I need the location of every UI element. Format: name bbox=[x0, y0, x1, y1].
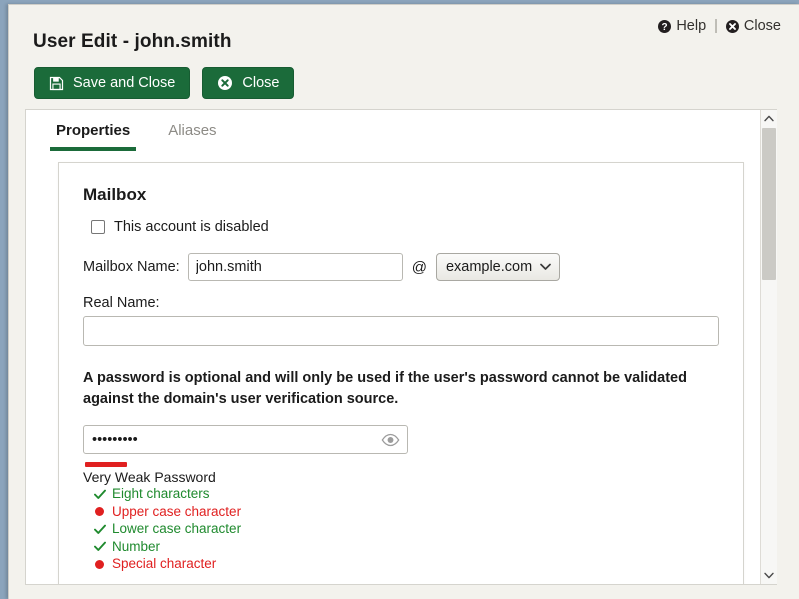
real-name-label: Real Name: bbox=[83, 295, 160, 311]
account-disabled-checkbox[interactable] bbox=[91, 220, 105, 234]
panel-scroll-body: Properties Aliases Mailbox This account … bbox=[26, 110, 760, 584]
dot-icon bbox=[93, 507, 106, 517]
password-field-wrap bbox=[83, 425, 408, 455]
password-requirements-list: Eight characters Upper case character Lo… bbox=[83, 486, 719, 573]
content-panel: Properties Aliases Mailbox This account … bbox=[25, 109, 777, 585]
save-and-close-button[interactable]: Save and Close bbox=[34, 67, 191, 99]
real-name-group: Real Name: bbox=[83, 295, 719, 346]
requirement-item: Lower case character bbox=[93, 521, 719, 538]
close-link[interactable]: Close bbox=[725, 18, 781, 34]
help-link-label: Help bbox=[676, 18, 707, 34]
requirement-item: Eight characters bbox=[93, 486, 719, 503]
vertical-scrollbar[interactable] bbox=[760, 110, 777, 584]
help-link[interactable]: ? Help bbox=[658, 18, 706, 34]
mailbox-section-title: Mailbox bbox=[83, 185, 147, 204]
requirement-label: Eight characters bbox=[112, 486, 210, 502]
tab-properties-label: Properties bbox=[56, 122, 131, 139]
tab-aliases[interactable]: Aliases bbox=[162, 122, 222, 151]
close-circle-icon bbox=[725, 19, 739, 33]
page-title: User Edit - john.smith bbox=[33, 31, 232, 52]
check-icon bbox=[93, 489, 106, 500]
password-strength-label: Very Weak Password bbox=[83, 469, 216, 486]
password-strength-bar bbox=[85, 462, 127, 468]
mailbox-name-input[interactable] bbox=[187, 253, 403, 281]
domain-select-wrap: example.com bbox=[435, 253, 560, 281]
close-button-label: Close bbox=[242, 75, 280, 91]
requirement-item: Special character bbox=[93, 556, 719, 573]
check-icon bbox=[93, 524, 106, 535]
scroll-up-button[interactable] bbox=[760, 110, 777, 127]
requirement-label: Upper case character bbox=[112, 503, 242, 519]
tab-properties[interactable]: Properties bbox=[50, 122, 137, 151]
account-disabled-label: This account is disabled bbox=[114, 219, 269, 235]
mailbox-name-label: Mailbox Name: bbox=[83, 259, 180, 275]
action-toolbar: Save and Close Close bbox=[34, 67, 295, 99]
top-links: ? Help | Close bbox=[658, 18, 781, 34]
requirement-label: Lower case character bbox=[112, 521, 242, 537]
domain-select[interactable]: example.com bbox=[435, 253, 560, 281]
at-symbol: @ bbox=[411, 258, 427, 276]
requirement-label: Special character bbox=[112, 556, 217, 572]
check-icon bbox=[93, 541, 106, 552]
tab-aliases-label: Aliases bbox=[168, 122, 217, 139]
real-name-input[interactable] bbox=[83, 316, 719, 346]
close-circle-icon bbox=[217, 75, 233, 91]
mailbox-card: Mailbox This account is disabled Mailbox… bbox=[58, 162, 744, 584]
floppy-disk-icon bbox=[49, 76, 64, 91]
requirement-label: Number bbox=[112, 538, 161, 554]
password-input[interactable] bbox=[83, 425, 408, 455]
dot-icon bbox=[93, 559, 106, 569]
svg-text:?: ? bbox=[662, 22, 668, 33]
scrollbar-thumb[interactable] bbox=[762, 128, 776, 280]
tab-bar: Properties Aliases bbox=[26, 110, 760, 151]
requirement-item: Upper case character bbox=[93, 504, 719, 521]
user-edit-dialog: User Edit - john.smith ? Help | Close Sa… bbox=[8, 4, 799, 599]
dialog-titlebar: User Edit - john.smith ? Help | Close bbox=[9, 5, 799, 63]
toggle-password-visibility-button[interactable] bbox=[381, 433, 400, 447]
password-note: A password is optional and will only be … bbox=[83, 370, 687, 407]
scroll-down-button[interactable] bbox=[760, 567, 777, 584]
account-disabled-row: This account is disabled bbox=[91, 219, 719, 235]
save-and-close-label: Save and Close bbox=[73, 75, 176, 91]
eye-icon bbox=[381, 433, 400, 447]
top-links-separator: | bbox=[714, 18, 718, 34]
question-circle-icon: ? bbox=[658, 19, 672, 33]
close-button[interactable]: Close bbox=[202, 67, 295, 99]
close-link-label: Close bbox=[743, 18, 781, 34]
mailbox-name-row: Mailbox Name: @ example.com bbox=[83, 253, 719, 281]
requirement-item: Number bbox=[93, 539, 719, 556]
